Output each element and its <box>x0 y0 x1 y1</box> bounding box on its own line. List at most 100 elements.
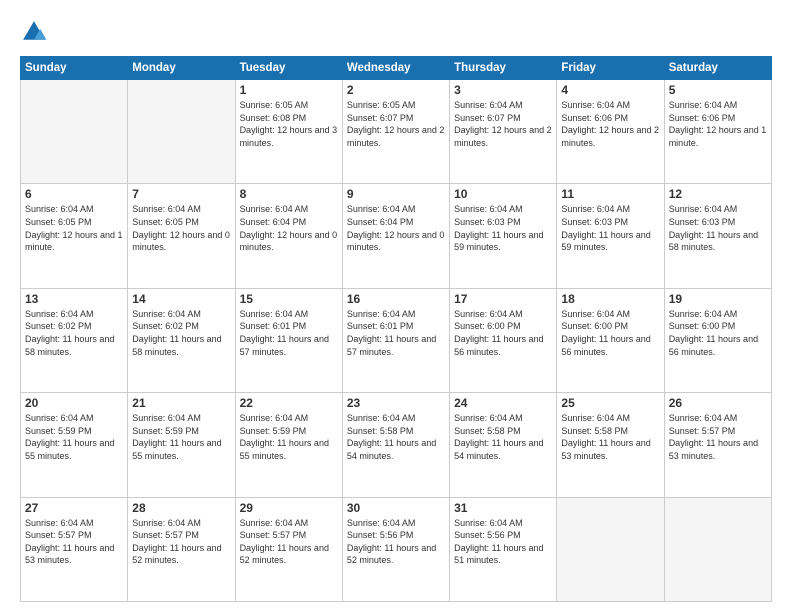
day-info: Sunrise: 6:04 AMSunset: 5:56 PMDaylight:… <box>454 517 552 567</box>
calendar-cell: 7 Sunrise: 6:04 AMSunset: 6:05 PMDaylight… <box>128 184 235 288</box>
weekday-header-row: SundayMondayTuesdayWednesdayThursdayFrid… <box>21 57 772 80</box>
day-number: 16 <box>347 292 445 306</box>
day-info: Sunrise: 6:04 AMSunset: 5:59 PMDaylight:… <box>240 412 338 462</box>
day-number: 17 <box>454 292 552 306</box>
day-number: 23 <box>347 396 445 410</box>
day-number: 12 <box>669 187 767 201</box>
day-number: 14 <box>132 292 230 306</box>
weekday-header-friday: Friday <box>557 57 664 80</box>
day-number: 19 <box>669 292 767 306</box>
calendar-cell: 4 Sunrise: 6:04 AMSunset: 6:06 PMDaylight… <box>557 80 664 184</box>
day-number: 9 <box>347 187 445 201</box>
day-number: 2 <box>347 83 445 97</box>
day-info: Sunrise: 6:05 AMSunset: 6:07 PMDaylight:… <box>347 99 445 149</box>
header <box>20 18 772 46</box>
day-info: Sunrise: 6:04 AMSunset: 6:05 PMDaylight:… <box>132 203 230 253</box>
day-info: Sunrise: 6:04 AMSunset: 6:00 PMDaylight:… <box>669 308 767 358</box>
calendar-cell <box>557 497 664 601</box>
day-info: Sunrise: 6:04 AMSunset: 6:03 PMDaylight:… <box>454 203 552 253</box>
day-number: 1 <box>240 83 338 97</box>
calendar-cell: 21 Sunrise: 6:04 AMSunset: 5:59 PMDayligh… <box>128 393 235 497</box>
calendar-cell: 24 Sunrise: 6:04 AMSunset: 5:58 PMDayligh… <box>450 393 557 497</box>
calendar-cell: 31 Sunrise: 6:04 AMSunset: 5:56 PMDayligh… <box>450 497 557 601</box>
weekday-header-monday: Monday <box>128 57 235 80</box>
calendar-cell: 30Sunrise: 6:04 AMSunset: 5:56 PMDayligh… <box>342 497 449 601</box>
day-info: Sunrise: 6:04 AMSunset: 5:56 PMDaylight:… <box>347 517 445 567</box>
day-info: Sunrise: 6:04 AMSunset: 6:06 PMDaylight:… <box>561 99 659 149</box>
logo <box>20 18 52 46</box>
day-number: 21 <box>132 396 230 410</box>
calendar-cell: 15 Sunrise: 6:04 AMSunset: 6:01 PMDayligh… <box>235 288 342 392</box>
calendar-cell: 10 Sunrise: 6:04 AMSunset: 6:03 PMDayligh… <box>450 184 557 288</box>
day-info: Sunrise: 6:04 AMSunset: 5:57 PMDaylight:… <box>669 412 767 462</box>
day-number: 25 <box>561 396 659 410</box>
calendar-cell: 1Sunrise: 6:05 AMSunset: 6:08 PMDaylight… <box>235 80 342 184</box>
day-info: Sunrise: 6:04 AMSunset: 5:59 PMDaylight:… <box>132 412 230 462</box>
day-info: Sunrise: 6:04 AMSunset: 5:58 PMDaylight:… <box>454 412 552 462</box>
day-number: 28 <box>132 501 230 515</box>
calendar-cell: 9 Sunrise: 6:04 AMSunset: 6:04 PMDaylight… <box>342 184 449 288</box>
weekday-header-saturday: Saturday <box>664 57 771 80</box>
calendar-cell <box>21 80 128 184</box>
day-number: 13 <box>25 292 123 306</box>
day-number: 22 <box>240 396 338 410</box>
day-info: Sunrise: 6:04 AMSunset: 6:01 PMDaylight:… <box>240 308 338 358</box>
day-number: 7 <box>132 187 230 201</box>
weekday-header-tuesday: Tuesday <box>235 57 342 80</box>
weekday-header-sunday: Sunday <box>21 57 128 80</box>
day-info: Sunrise: 6:04 AMSunset: 6:00 PMDaylight:… <box>561 308 659 358</box>
day-info: Sunrise: 6:04 AMSunset: 5:57 PMDaylight:… <box>25 517 123 567</box>
calendar-cell: 22 Sunrise: 6:04 AMSunset: 5:59 PMDayligh… <box>235 393 342 497</box>
day-number: 8 <box>240 187 338 201</box>
calendar-cell <box>128 80 235 184</box>
calendar-cell: 28 Sunrise: 6:04 AMSunset: 5:57 PMDayligh… <box>128 497 235 601</box>
day-number: 26 <box>669 396 767 410</box>
day-number: 29 <box>240 501 338 515</box>
calendar-cell: 27 Sunrise: 6:04 AMSunset: 5:57 PMDayligh… <box>21 497 128 601</box>
weekday-header-thursday: Thursday <box>450 57 557 80</box>
day-number: 15 <box>240 292 338 306</box>
day-number: 5 <box>669 83 767 97</box>
calendar-cell: 20 Sunrise: 6:04 AMSunset: 5:59 PMDayligh… <box>21 393 128 497</box>
day-info: Sunrise: 6:04 AMSunset: 6:01 PMDaylight:… <box>347 308 445 358</box>
calendar-cell: 2 Sunrise: 6:05 AMSunset: 6:07 PMDaylight… <box>342 80 449 184</box>
day-number: 6 <box>25 187 123 201</box>
calendar-cell: 5Sunrise: 6:04 AMSunset: 6:06 PMDaylight… <box>664 80 771 184</box>
calendar-week-5: 27 Sunrise: 6:04 AMSunset: 5:57 PMDayligh… <box>21 497 772 601</box>
day-info: Sunrise: 6:04 AMSunset: 6:04 PMDaylight:… <box>347 203 445 253</box>
day-info: Sunrise: 6:04 AMSunset: 5:59 PMDaylight:… <box>25 412 123 462</box>
day-number: 20 <box>25 396 123 410</box>
day-info: Sunrise: 6:04 AMSunset: 6:02 PMDaylight:… <box>25 308 123 358</box>
calendar-cell: 17 Sunrise: 6:04 AMSunset: 6:00 PMDayligh… <box>450 288 557 392</box>
calendar-cell: 13 Sunrise: 6:04 AMSunset: 6:02 PMDayligh… <box>21 288 128 392</box>
calendar-cell: 11Sunrise: 6:04 AMSunset: 6:03 PMDayligh… <box>557 184 664 288</box>
calendar-cell: 19 Sunrise: 6:04 AMSunset: 6:00 PMDayligh… <box>664 288 771 392</box>
day-info: Sunrise: 6:04 AMSunset: 6:02 PMDaylight:… <box>132 308 230 358</box>
calendar-cell: 26 Sunrise: 6:04 AMSunset: 5:57 PMDayligh… <box>664 393 771 497</box>
day-info: Sunrise: 6:04 AMSunset: 6:04 PMDaylight:… <box>240 203 338 253</box>
day-info: Sunrise: 6:04 AMSunset: 5:57 PMDaylight:… <box>132 517 230 567</box>
day-info: Sunrise: 6:04 AMSunset: 6:00 PMDaylight:… <box>454 308 552 358</box>
day-number: 4 <box>561 83 659 97</box>
day-number: 18 <box>561 292 659 306</box>
logo-icon <box>20 18 48 46</box>
day-number: 27 <box>25 501 123 515</box>
day-number: 31 <box>454 501 552 515</box>
calendar-cell: 3Sunrise: 6:04 AMSunset: 6:07 PMDaylight… <box>450 80 557 184</box>
day-info: Sunrise: 6:04 AMSunset: 5:58 PMDaylight:… <box>347 412 445 462</box>
day-info: Sunrise: 6:04 AMSunset: 6:05 PMDaylight:… <box>25 203 123 253</box>
day-number: 3 <box>454 83 552 97</box>
calendar-cell: 14 Sunrise: 6:04 AMSunset: 6:02 PMDayligh… <box>128 288 235 392</box>
calendar-cell <box>664 497 771 601</box>
calendar-cell: 18 Sunrise: 6:04 AMSunset: 6:00 PMDayligh… <box>557 288 664 392</box>
calendar-week-3: 13 Sunrise: 6:04 AMSunset: 6:02 PMDayligh… <box>21 288 772 392</box>
calendar-cell: 8 Sunrise: 6:04 AMSunset: 6:04 PMDaylight… <box>235 184 342 288</box>
calendar-week-2: 6 Sunrise: 6:04 AMSunset: 6:05 PMDaylight… <box>21 184 772 288</box>
day-info: Sunrise: 6:04 AMSunset: 5:58 PMDaylight:… <box>561 412 659 462</box>
page: SundayMondayTuesdayWednesdayThursdayFrid… <box>0 0 792 612</box>
day-info: Sunrise: 6:04 AMSunset: 6:03 PMDaylight:… <box>561 203 659 253</box>
day-info: Sunrise: 6:04 AMSunset: 5:57 PMDaylight:… <box>240 517 338 567</box>
day-number: 10 <box>454 187 552 201</box>
calendar-cell: 23 Sunrise: 6:04 AMSunset: 5:58 PMDayligh… <box>342 393 449 497</box>
day-number: 24 <box>454 396 552 410</box>
